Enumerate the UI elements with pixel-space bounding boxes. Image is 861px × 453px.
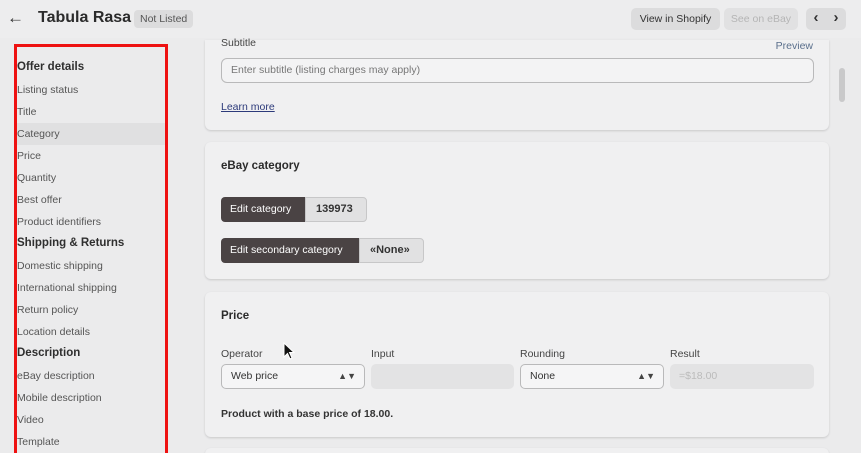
view-in-shopify-button[interactable]: View in Shopify <box>631 8 720 30</box>
input-label: Input <box>371 348 395 360</box>
result-field: =$18.00 <box>670 364 814 389</box>
back-arrow-icon[interactable]: ← <box>7 9 24 27</box>
subtitle-label: Subtitle <box>221 37 257 49</box>
preview-link[interactable]: Preview <box>776 40 813 52</box>
price-input-field[interactable] <box>371 364 514 389</box>
ebay-category-card: eBay category Edit category 139973 Edit … <box>205 142 829 279</box>
sidebar-item-mobile-description[interactable]: Mobile description <box>17 392 102 404</box>
chevron-updown-icon: ▲▼ <box>338 371 356 381</box>
next-card <box>205 448 829 453</box>
sidebar-section-description[interactable]: Description <box>17 347 80 359</box>
rounding-select[interactable]: None ▲▼ <box>520 364 664 389</box>
ebay-category-title: eBay category <box>221 160 300 172</box>
see-on-ebay-button: See on eBay <box>724 8 798 30</box>
page-title: Tabula Rasa <box>38 9 132 26</box>
rounding-value: None <box>530 370 556 382</box>
learn-more-link[interactable]: Learn more <box>221 101 275 113</box>
sidebar-item-price[interactable]: Price <box>17 150 41 162</box>
chevron-right-icon[interactable]: › <box>826 8 846 30</box>
scrollbar-track[interactable] <box>836 44 846 453</box>
operator-label: Operator <box>221 348 263 360</box>
price-card: Price Operator Web price ▲▼ Input Roundi… <box>205 292 829 437</box>
sidebar-item-domestic-shipping[interactable]: Domestic shipping <box>17 260 103 272</box>
operator-select[interactable]: Web price ▲▼ <box>221 364 365 389</box>
pagination: ‹ › <box>806 8 846 30</box>
edit-secondary-category-button[interactable]: Edit secondary category <box>221 238 360 263</box>
rounding-label: Rounding <box>520 348 565 360</box>
sidebar-item-listing-status[interactable]: Listing status <box>17 84 78 96</box>
sidebar-item-location-details[interactable]: Location details <box>17 326 90 338</box>
sidebar-item-video[interactable]: Video <box>17 414 44 426</box>
sidebar-item-best-offer[interactable]: Best offer <box>17 194 62 206</box>
sidebar-item-template[interactable]: Template <box>17 436 60 448</box>
chevron-left-icon[interactable]: ‹ <box>806 8 826 30</box>
subtitle-card: Subtitle Preview Enter subtitle (listing… <box>205 37 829 130</box>
secondary-category-value: «None» <box>359 238 424 263</box>
sidebar-section-offer-details[interactable]: Offer details <box>17 61 84 73</box>
result-label: Result <box>670 348 700 360</box>
sidebar-item-ebay-description[interactable]: eBay description <box>17 370 95 382</box>
top-bar: ← Tabula Rasa Not Listed View in Shopify… <box>0 0 861 38</box>
sidebar-nav: Offer details Listing status Title Categ… <box>14 44 168 453</box>
price-title: Price <box>221 310 250 322</box>
sidebar-item-international-shipping[interactable]: International shipping <box>17 282 117 294</box>
sidebar-item-title[interactable]: Title <box>17 106 36 118</box>
sidebar-item-product-identifiers[interactable]: Product identifiers <box>17 216 101 228</box>
chevron-updown-icon: ▲▼ <box>637 371 655 381</box>
mouse-pointer-icon <box>283 342 295 360</box>
sidebar-item-category[interactable]: Category <box>17 128 60 140</box>
sidebar-item-quantity[interactable]: Quantity <box>17 172 56 184</box>
sidebar-section-shipping-returns[interactable]: Shipping & Returns <box>17 237 124 249</box>
operator-value: Web price <box>231 370 279 382</box>
category-id-value: 139973 <box>305 197 367 222</box>
sidebar-item-return-policy[interactable]: Return policy <box>17 304 78 316</box>
subtitle-input[interactable]: Enter subtitle (listing charges may appl… <box>221 58 814 83</box>
edit-category-button[interactable]: Edit category <box>221 197 306 222</box>
scrollbar-thumb[interactable] <box>839 68 845 102</box>
price-note: Product with a base price of 18.00. <box>221 408 394 420</box>
status-badge: Not Listed <box>134 10 194 28</box>
